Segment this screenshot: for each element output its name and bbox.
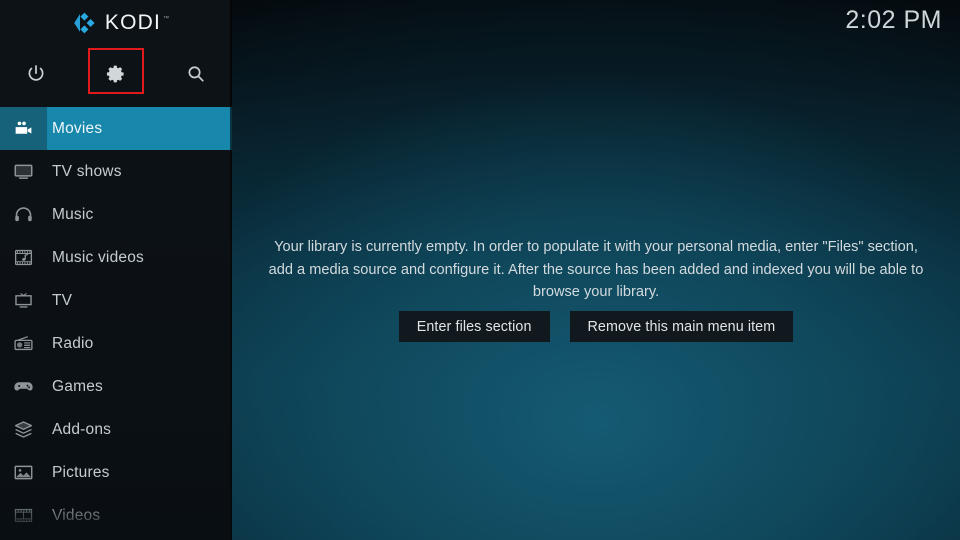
sidebar-item-movies[interactable]: Movies	[0, 107, 232, 150]
sidebar-item-tv-shows[interactable]: TV shows	[0, 150, 232, 193]
sidebar-item-label: Music videos	[52, 248, 144, 266]
sidebar-item-label: Pictures	[52, 463, 110, 481]
power-button[interactable]	[8, 46, 64, 102]
sidebar-item-label: Games	[52, 377, 103, 395]
sidebar-item-label: Add-ons	[52, 420, 112, 438]
kodi-wordmark: KODI	[104, 11, 162, 34]
sidebar-item-videos[interactable]: Videos	[0, 494, 232, 537]
sidebar-item-add-ons-labelwrap: Add-ons	[47, 408, 232, 451]
sidebar-item-radio[interactable]: Radio	[0, 322, 232, 365]
sidebar-item-label: Music	[52, 205, 94, 223]
kodi-logo: KODI ™	[0, 0, 232, 46]
tv-outline-icon	[0, 279, 47, 322]
sidebar-item-radio-labelwrap: Radio	[47, 322, 232, 365]
sidebar-item-tv-labelwrap: TV	[47, 279, 232, 322]
sidebar-item-label: TV shows	[52, 162, 122, 180]
headphones-icon	[0, 193, 47, 236]
sidebar-item-music-labelwrap: Music	[47, 193, 232, 236]
sidebar-item-pictures-labelwrap: Pictures	[47, 451, 232, 494]
radio-icon	[0, 322, 47, 365]
empty-library-actions: Enter files section Remove this main men…	[232, 311, 960, 342]
picture-icon	[0, 451, 47, 494]
enter-files-section-button[interactable]: Enter files section	[398, 311, 550, 342]
search-icon	[185, 63, 207, 85]
trademark-symbol: ™	[163, 16, 170, 22]
sidebar-item-add-ons[interactable]: Add-ons	[0, 408, 232, 451]
search-button[interactable]	[168, 46, 224, 102]
sidebar-item-tv-shows-labelwrap: TV shows	[47, 150, 232, 193]
tv-icon	[0, 150, 47, 193]
music-video-icon	[0, 236, 47, 279]
power-icon	[25, 63, 47, 85]
sidebar-item-music[interactable]: Music	[0, 193, 232, 236]
sidebar-item-games-labelwrap: Games	[47, 365, 232, 408]
sidebar-toolbar	[0, 46, 232, 102]
sidebar-item-movies-labelwrap: Movies	[47, 107, 232, 150]
sidebar-item-videos-labelwrap: Videos	[47, 494, 232, 537]
addons-box-icon	[0, 408, 47, 451]
gear-icon	[105, 63, 127, 85]
sidebar-item-label: Videos	[52, 506, 101, 524]
sidebar-item-music-videos[interactable]: Music videos	[0, 236, 232, 279]
sidebar-item-games[interactable]: Games	[0, 365, 232, 408]
empty-library-message: Your library is currently empty. In orde…	[268, 239, 924, 300]
movie-camera-icon	[0, 107, 47, 150]
sidebar-item-label: TV	[52, 291, 73, 309]
kodi-window: 2:02 PM Your library is currently empty.…	[0, 0, 960, 540]
film-strip-icon	[0, 494, 47, 537]
sidebar-item-music-videos-labelwrap: Music videos	[47, 236, 232, 279]
kodi-logo-mark-icon	[71, 10, 97, 36]
sidebar: KODI ™ Movies TV shows Music Music video…	[0, 0, 232, 540]
sidebar-item-tv[interactable]: TV	[0, 279, 232, 322]
settings-button[interactable]	[88, 46, 144, 102]
main-menu: Movies TV shows Music Music videos TV Ra…	[0, 107, 232, 540]
remove-main-menu-item-button[interactable]: Remove this main menu item	[569, 311, 794, 342]
sidebar-item-label: Radio	[52, 334, 94, 352]
sidebar-item-pictures[interactable]: Pictures	[0, 451, 232, 494]
sidebar-item-label: Movies	[52, 119, 103, 137]
gamepad-icon	[0, 365, 47, 408]
empty-library-panel: Your library is currently empty. In orde…	[232, 0, 960, 540]
